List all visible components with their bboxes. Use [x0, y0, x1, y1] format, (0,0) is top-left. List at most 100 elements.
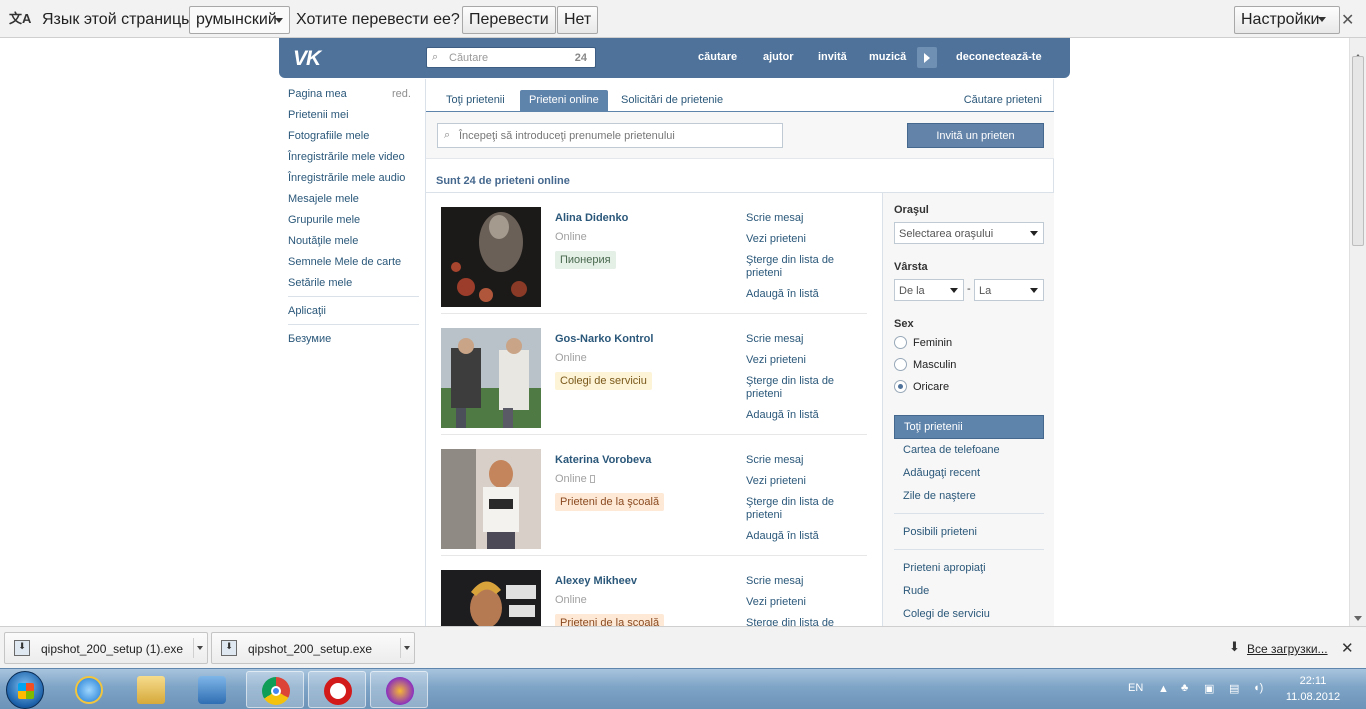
friend-name[interactable]: Katerina Vorobeva	[555, 454, 651, 466]
view-friends-link[interactable]: Vezi prieteni	[746, 596, 846, 609]
menu-possible-friends[interactable]: Posibili prieteni	[894, 521, 1044, 543]
tray-expand-icon[interactable]: ▲	[1158, 683, 1169, 695]
clock[interactable]: 22:11 11.08.2012	[1283, 673, 1343, 705]
start-button[interactable]	[6, 671, 44, 709]
language-select[interactable]: румынский	[189, 6, 290, 34]
scroll-down-icon[interactable]	[1354, 616, 1362, 621]
download-menu-button[interactable]	[400, 638, 412, 658]
age-from-select[interactable]: De la	[894, 279, 964, 301]
page-scrollbar[interactable]	[1349, 38, 1366, 626]
age-to-select[interactable]: La	[974, 279, 1044, 301]
vk-logo[interactable]: VK	[293, 47, 321, 71]
tab-all-friends[interactable]: Toţi prietenii	[437, 90, 514, 112]
menu-all-friends[interactable]: Toţi prietenii	[894, 415, 1044, 439]
sidebar-item-friends[interactable]: Prietenii mei	[288, 109, 349, 121]
nav-help-link[interactable]: ajutor	[763, 51, 794, 63]
menu-birthdays[interactable]: Zile de naştere	[894, 485, 1044, 507]
sidebar-item-messages[interactable]: Mesajele mele	[288, 193, 359, 205]
add-to-list-link[interactable]: Adaugă în listă	[746, 530, 846, 543]
write-message-link[interactable]: Scrie mesaj	[746, 212, 846, 225]
view-friends-link[interactable]: Vezi prieteni	[746, 354, 846, 367]
taskbar-chrome[interactable]	[246, 671, 304, 708]
download-item[interactable]: ⬇ qipshot_200_setup.exe	[211, 632, 415, 664]
friend-name[interactable]: Alina Didenko	[555, 212, 628, 224]
language-indicator[interactable]: EN	[1128, 682, 1143, 694]
menu-colleagues[interactable]: Colegi de serviciu	[894, 603, 1044, 625]
remove-friend-link[interactable]: Şterge din lista de prieteni	[746, 496, 846, 522]
friend-avatar[interactable]	[441, 207, 541, 307]
friend-name[interactable]: Alexey Mikheev	[555, 575, 637, 587]
search-input[interactable]: ⌕ Căutare 24	[426, 47, 596, 68]
scrollbar-thumb[interactable]	[1352, 56, 1364, 246]
sex-radio-female[interactable]	[894, 336, 907, 349]
nav-search-link[interactable]: căutare	[698, 51, 737, 63]
download-menu-button[interactable]	[193, 638, 205, 658]
tray-app-icon[interactable]: ♣	[1181, 682, 1188, 694]
download-item[interactable]: ⬇ qipshot_200_setup (1).exe	[4, 632, 208, 664]
opera-icon	[324, 677, 352, 705]
sidebar-item-photos[interactable]: Fotografiile mele	[288, 130, 369, 142]
friend-name[interactable]: Gos-Narko Kontrol	[555, 333, 653, 345]
taskbar-opera[interactable]	[308, 671, 366, 708]
write-message-link[interactable]: Scrie mesaj	[746, 575, 846, 588]
sex-radio-male[interactable]	[894, 358, 907, 371]
remove-friend-link[interactable]: Şterge din lista de prieteni	[746, 375, 846, 401]
sidebar-item-app-bezumie[interactable]: Безумие	[288, 333, 331, 345]
sidebar-item-apps[interactable]: Aplicaţii	[288, 305, 326, 317]
sidebar-item-news[interactable]: Noutăţile mele	[288, 235, 358, 247]
menu-relatives[interactable]: Rude	[894, 580, 1044, 602]
friend-name-input[interactable]: ⌕ Începeţi să introduceţi prenumele prie…	[437, 123, 783, 148]
view-friends-link[interactable]: Vezi prieteni	[746, 233, 846, 246]
nav-invite-link[interactable]: invită	[818, 51, 847, 63]
friend-list-badge: Prieteni de la şcoală	[555, 493, 665, 511]
sex-option-female[interactable]: Feminin	[913, 337, 952, 349]
close-icon[interactable]: ✕	[1341, 639, 1354, 657]
write-message-link[interactable]: Scrie mesaj	[746, 454, 846, 467]
network-icon[interactable]: ▤	[1229, 682, 1239, 695]
search-friends-link[interactable]: Căutare prieteni	[964, 94, 1042, 106]
sex-radio-any[interactable]	[894, 380, 907, 393]
sidebar-item-groups[interactable]: Grupurile mele	[288, 214, 360, 226]
nav-music-link[interactable]: muzică	[869, 51, 906, 63]
menu-recently-added[interactable]: Adăugaţi recent	[894, 462, 1044, 484]
sex-option-male[interactable]: Masculin	[913, 359, 956, 371]
sidebar-item-bookmarks[interactable]: Semnele Mele de carte	[288, 256, 401, 268]
city-select[interactable]: Selectarea oraşului	[894, 222, 1044, 244]
taskbar-qip[interactable]	[370, 671, 428, 708]
sex-option-any[interactable]: Oricare	[913, 381, 949, 393]
no-button[interactable]: Нет	[557, 6, 599, 34]
friend-avatar[interactable]	[441, 570, 541, 626]
close-icon[interactable]: ✕	[1341, 10, 1354, 30]
taskbar: EN ▲ ♣ ▣ ▤ ◖) 22:11 11.08.2012	[0, 668, 1366, 709]
remove-friend-link[interactable]: Şterge din lista de prieteni	[746, 254, 846, 280]
add-to-list-link[interactable]: Adaugă în listă	[746, 409, 846, 422]
sidebar-item-audio[interactable]: Înregistrările mele audio	[288, 172, 405, 184]
play-button[interactable]	[917, 47, 937, 68]
tab-friend-requests[interactable]: Solicitări de prietenie	[612, 90, 732, 112]
sidebar-item-settings[interactable]: Setările mele	[288, 277, 352, 289]
friend-avatar[interactable]	[441, 449, 541, 549]
add-to-list-link[interactable]: Adaugă în listă	[746, 288, 846, 301]
sidebar-item-my-page[interactable]: Pagina mea	[288, 88, 347, 100]
taskbar-explorer[interactable]	[122, 671, 180, 708]
menu-close-friends[interactable]: Prieteni apropiaţi	[894, 557, 1044, 579]
all-downloads-link[interactable]: Все загрузки...	[1247, 642, 1328, 656]
volume-icon[interactable]: ◖)	[1253, 682, 1263, 694]
menu-phone-book[interactable]: Cartea de telefoane	[894, 439, 1044, 461]
friend-filter-bar: ⌕ Începeţi să introduceţi prenumele prie…	[426, 112, 1054, 159]
friend-avatar[interactable]	[441, 328, 541, 428]
view-friends-link[interactable]: Vezi prieteni	[746, 475, 846, 488]
translate-button[interactable]: Перевести	[462, 6, 556, 34]
taskbar-media-player[interactable]	[183, 671, 241, 708]
sidebar-item-videos[interactable]: Înregistrările mele video	[288, 151, 405, 163]
tray-device-icon[interactable]: ▣	[1204, 682, 1214, 695]
taskbar-ie[interactable]	[60, 671, 118, 708]
invite-friend-button[interactable]: Invită un prieten	[907, 123, 1044, 148]
remove-friend-link[interactable]: Şterge din lista de prieteni	[746, 617, 846, 626]
nav-logout-link[interactable]: deconectează-te	[956, 51, 1042, 63]
tab-online-friends[interactable]: Prieteni online	[520, 90, 608, 112]
translate-icon: 文A	[9, 11, 32, 26]
edit-link[interactable]: red.	[392, 88, 411, 100]
sidebar-divider	[288, 324, 419, 325]
write-message-link[interactable]: Scrie mesaj	[746, 333, 846, 346]
